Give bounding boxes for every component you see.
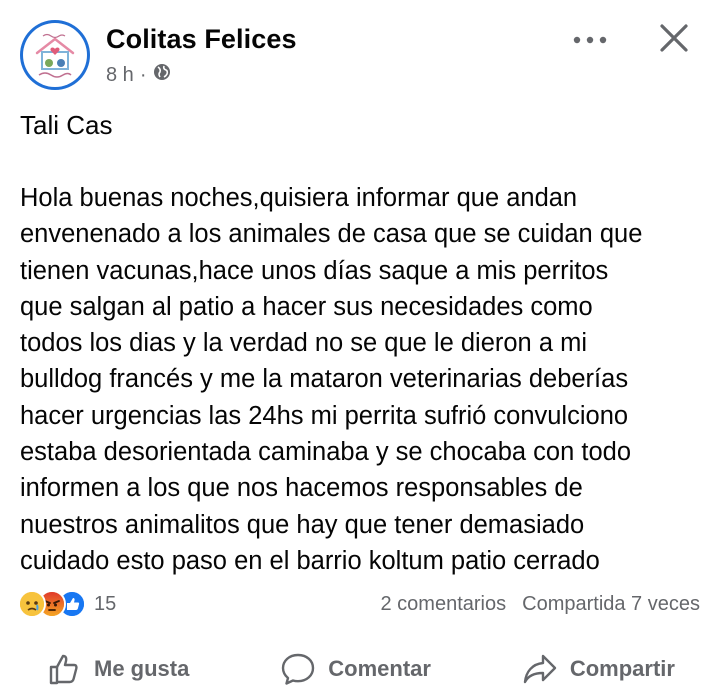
post-body-line: envenenado a los animales de casa que se… (20, 220, 643, 249)
like-button[interactable]: Me gusta (48, 652, 189, 686)
thumbs-up-icon (49, 654, 78, 685)
share-arrow-icon (523, 654, 557, 684)
post-body-line: informen a los que nos hacemos responsab… (20, 474, 583, 503)
reactions-summary[interactable]: 15 (18, 590, 116, 618)
globe-icon[interactable] (152, 62, 172, 88)
post-body: Hola buenas noches,quisiera informar que… (20, 180, 710, 579)
meta-separator: · (139, 63, 147, 86)
close-button[interactable] (654, 18, 694, 58)
page-logo (23, 23, 87, 87)
post-body-line: tienen vacunas,hace unos días saque a mi… (20, 256, 609, 285)
post-body-line: todos los dias y la verdad no se que le … (20, 329, 588, 358)
avatar[interactable] (20, 20, 90, 90)
reaction-count: 15 (94, 592, 117, 615)
page-name[interactable]: Colitas Felices (106, 24, 297, 55)
more-options-button[interactable] (568, 24, 612, 56)
sad-reaction-icon (18, 590, 46, 618)
more-dots-icon (573, 36, 607, 44)
close-icon (660, 24, 688, 52)
comments-count-link[interactable]: 2 comentarios (381, 593, 507, 616)
shares-count-link[interactable]: Compartida 7 veces (522, 593, 700, 616)
post-body-line: que salgan al patio a hacer sus necesida… (20, 292, 593, 321)
like-button-label: Me gusta (94, 656, 190, 681)
comment-button[interactable]: Comentar (280, 652, 431, 686)
engagement-counts: 2 comentarios Compartida 7 veces (381, 593, 701, 616)
comment-button-label: Comentar (328, 656, 431, 681)
post-action-bar: Me gusta Comentar Compartir (0, 644, 720, 694)
post-meta: 8 h · (106, 62, 172, 88)
post-author-line: Tali Cas (20, 110, 113, 140)
share-button-label: Compartir (569, 656, 675, 681)
share-button[interactable]: Compartir (522, 653, 675, 685)
post-time[interactable]: 8 h (106, 64, 134, 87)
facebook-post: Colitas Felices 8 h · Tali Cas Hola buen… (0, 0, 720, 695)
post-body-line: hacer urgencias las 24hs mi perrita sufr… (20, 401, 629, 430)
post-body-line: cuidado esto paso en el barrio koltum pa… (20, 546, 600, 575)
post-body-line: Hola buenas noches,quisiera informar que… (20, 184, 578, 212)
post-stats: 15 2 comentarios Compartida 7 veces (18, 588, 700, 620)
post-body-line: bulldog francés y me la mataron veterina… (20, 365, 629, 394)
post-body-line: nuestros animalitos que hay que tener de… (20, 510, 585, 539)
post-header: Colitas Felices 8 h · (18, 18, 702, 92)
post-body-line: estaba desorientada caminaba y se chocab… (20, 438, 632, 467)
comment-bubble-icon (282, 653, 315, 685)
